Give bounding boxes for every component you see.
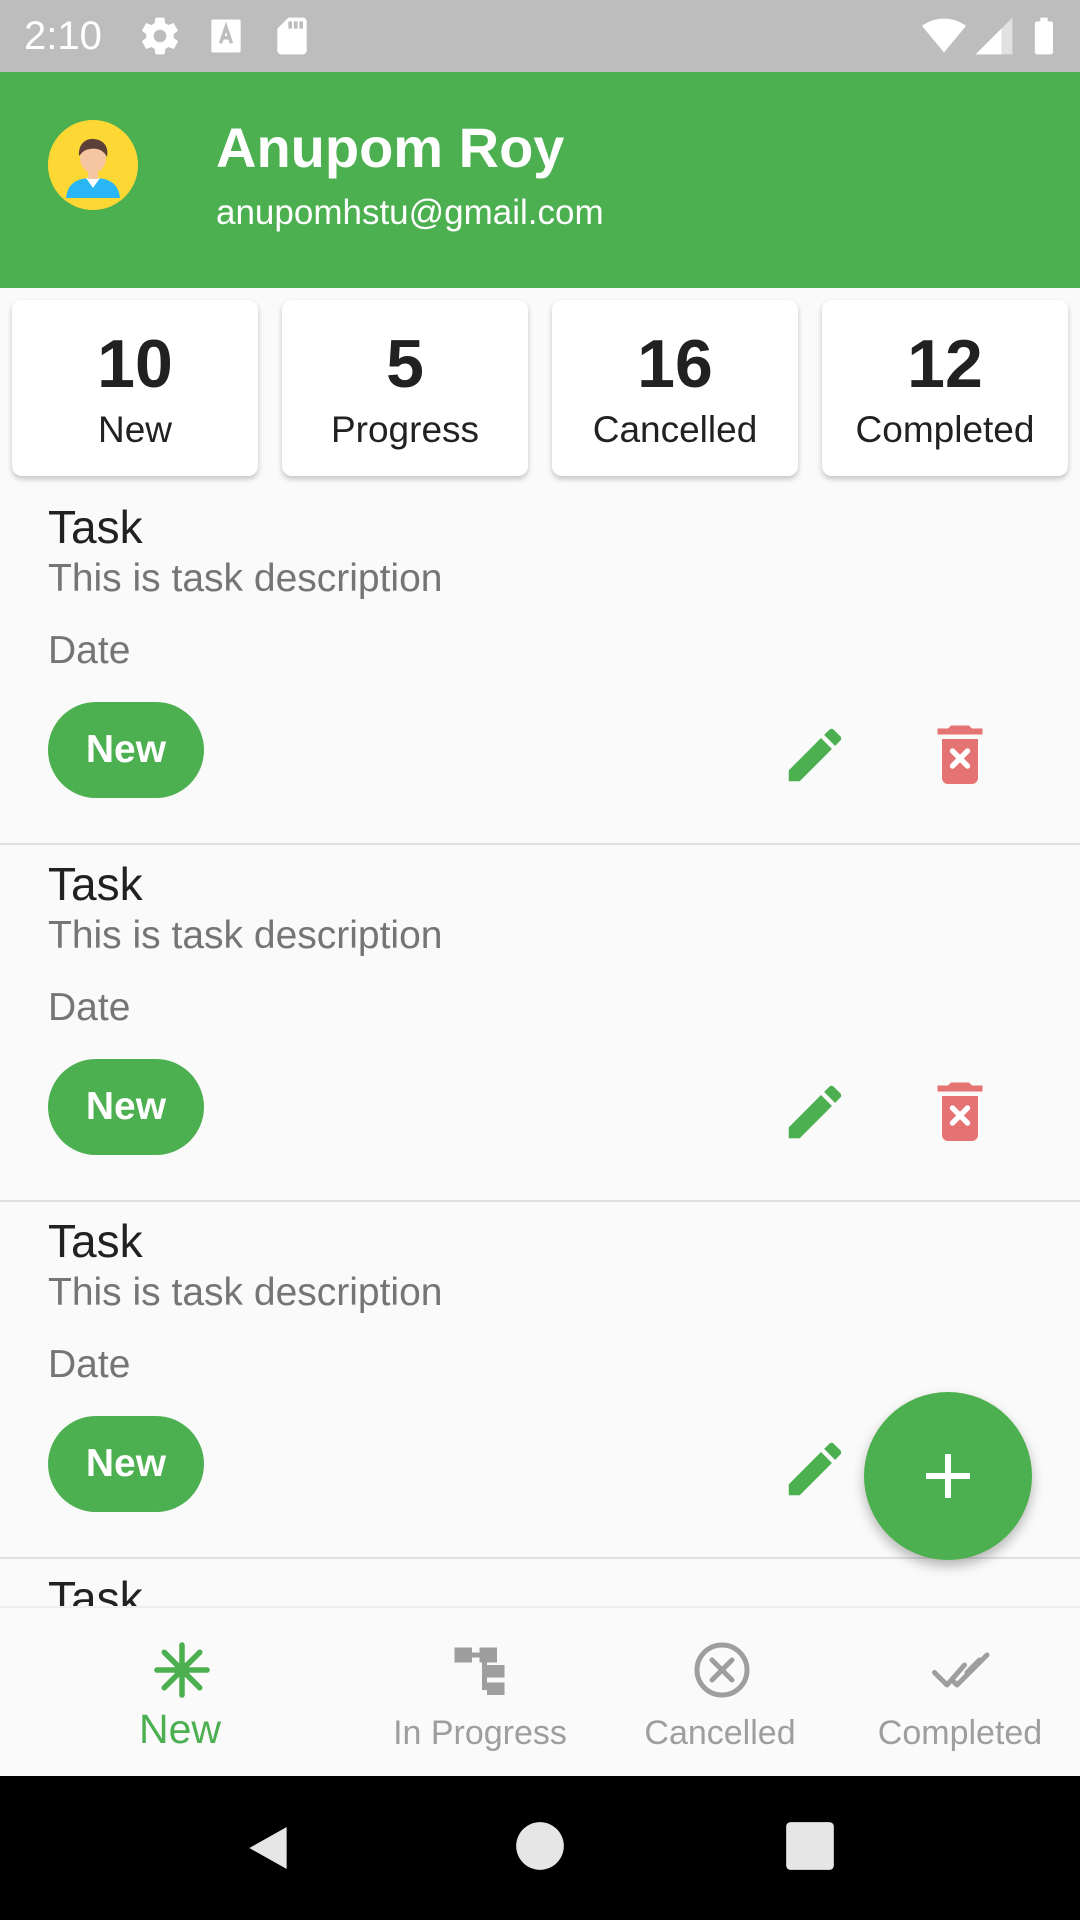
- edit-icon[interactable]: [780, 720, 850, 790]
- edit-icon[interactable]: [780, 1434, 850, 1504]
- cancel-circle-icon: [694, 1642, 750, 1698]
- battery-icon: [1034, 17, 1054, 55]
- flow-icon: [454, 1647, 505, 1695]
- task-description: This is task description: [48, 557, 443, 600]
- back-icon[interactable]: [240, 1820, 296, 1876]
- summary-count: 10: [97, 326, 173, 402]
- task-date: Date: [48, 629, 131, 672]
- nav-item-completed[interactable]: Completed: [840, 1608, 1080, 1778]
- summary-count: 16: [637, 326, 713, 402]
- task-title: Task: [48, 501, 143, 553]
- summary-count: 12: [907, 326, 983, 402]
- task-date: Date: [48, 1343, 131, 1386]
- delete-icon[interactable]: [924, 718, 996, 790]
- profile-header[interactable]: Anupom Roy anupomhstu@gmail.com: [0, 72, 1080, 288]
- summary-card-progress: 5 Progress: [282, 300, 528, 476]
- summary-label: Cancelled: [592, 409, 758, 450]
- task-title: Task: [48, 1572, 143, 1606]
- summary-label: Completed: [855, 409, 1035, 450]
- task-summary: 10 New 5 Progress 16 Cancelled 12 Comple…: [0, 288, 1080, 488]
- summary-label: New: [97, 409, 173, 450]
- nav-label: Cancelled: [644, 1714, 796, 1752]
- task-item[interactable]: Task: [0, 1559, 1080, 1606]
- sd-card-icon: [277, 17, 307, 55]
- plus-icon: [926, 1454, 970, 1498]
- status-chip: New: [48, 1416, 204, 1512]
- avatar[interactable]: [48, 120, 138, 210]
- add-task-button[interactable]: [864, 1392, 1032, 1560]
- status-time: 2:10: [24, 14, 102, 58]
- task-item[interactable]: Task This is task description Date New: [0, 488, 1080, 845]
- summary-card-new: 10 New: [12, 300, 258, 476]
- status-chip: New: [48, 1059, 204, 1155]
- nav-item-cancelled[interactable]: Cancelled: [600, 1608, 840, 1778]
- user-email: anupomhstu@gmail.com: [216, 193, 604, 232]
- summary-card-cancelled: 16 Cancelled: [552, 300, 798, 476]
- task-title: Task: [48, 858, 143, 910]
- user-avatar-icon: [48, 120, 138, 210]
- task-description: This is task description: [48, 1271, 443, 1314]
- nav-label: New: [138, 1706, 222, 1752]
- user-name: Anupom Roy: [216, 116, 565, 179]
- task-item[interactable]: Task This is task description Date New: [0, 845, 1080, 1202]
- nav-label: Completed: [877, 1714, 1043, 1752]
- delete-icon[interactable]: [924, 1075, 996, 1147]
- bottom-navigation: New In Progress Cancelled Completed: [0, 1606, 1080, 1776]
- nav-item-new[interactable]: New: [60, 1608, 300, 1778]
- status-bar: 2:10: [0, 0, 1080, 72]
- done-all-icon: [932, 1652, 990, 1688]
- summary-card-completed: 12 Completed: [822, 300, 1068, 476]
- summary-count: 5: [386, 326, 424, 402]
- settings-icon: [142, 17, 178, 55]
- nav-item-in-progress[interactable]: In Progress: [360, 1608, 600, 1778]
- summary-label: Progress: [330, 409, 480, 450]
- home-icon[interactable]: [514, 1820, 566, 1872]
- signal-icon: [975, 17, 1013, 55]
- asterisk-icon: [154, 1642, 210, 1698]
- recents-icon[interactable]: [784, 1820, 836, 1872]
- status-chip: New: [48, 702, 204, 798]
- task-date: Date: [48, 986, 131, 1029]
- edit-icon[interactable]: [780, 1077, 850, 1147]
- task-description: This is task description: [48, 914, 443, 957]
- text-format-icon: [211, 19, 241, 53]
- wifi-icon: [922, 18, 966, 53]
- system-navigation-bar: [0, 1776, 1080, 1920]
- task-title: Task: [48, 1215, 143, 1267]
- nav-label: In Progress: [393, 1714, 567, 1752]
